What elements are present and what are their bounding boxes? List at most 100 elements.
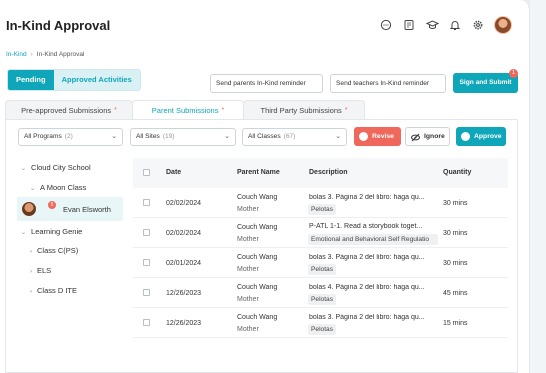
col-description: Description — [309, 169, 348, 176]
row-relation: Mother — [237, 296, 259, 303]
tab-required-marker: * — [344, 107, 348, 114]
revise-icon — [359, 132, 368, 141]
chevron-down-icon: ⌄ — [224, 133, 230, 140]
gear-icon[interactable] — [471, 18, 485, 32]
tree-label: ELS — [37, 266, 52, 275]
ignore-button[interactable]: Ignore — [405, 127, 450, 146]
programs-select[interactable]: All Programs (2) ⌄ — [18, 128, 123, 146]
chevron-down-icon: ⌄ — [335, 133, 341, 140]
approved-activities-tab[interactable]: Approved Activities — [53, 70, 140, 90]
row-date: 02/02/2024 — [166, 200, 202, 207]
tab-label: Third Party Submissions — [260, 106, 342, 115]
tab-third-party[interactable]: Third Party Submissions * — [243, 100, 365, 120]
ignore-label: Ignore — [424, 133, 445, 140]
table-row[interactable]: 12/26/2023 Couch Wang Mother bolas 3. Pá… — [133, 308, 508, 338]
row-tag: Pelotas — [308, 264, 336, 275]
table-row[interactable]: 02/01/2024 Couch Wang Mother bolas 3. Pá… — [133, 248, 508, 278]
row-checkbox[interactable] — [143, 229, 150, 236]
sites-select-label: All Sites — [136, 133, 160, 140]
remind-parents-button[interactable]: Send parents In-Kind reminder — [210, 74, 323, 93]
breadcrumb-current: In-Kind Approval — [36, 51, 85, 58]
tree-site-learning-genie[interactable]: ⌄ Learning Genie — [21, 227, 82, 236]
breadcrumb: In-Kind › In-Kind Approval — [6, 51, 84, 58]
tree-class-moon[interactable]: ⌄ A Moon Class — [30, 183, 86, 192]
col-parent-name: Parent Name — [237, 169, 280, 176]
tree-class-els[interactable]: › ELS — [30, 266, 51, 275]
table-row[interactable]: 12/26/2023 Couch Wang Mother bolas 4. Pá… — [133, 278, 508, 308]
row-tag: Pelotas — [308, 324, 336, 335]
row-tag: Pelotas — [308, 294, 336, 305]
row-date: 12/26/2023 — [166, 290, 202, 297]
child-badge: 5 — [48, 201, 56, 209]
avatar[interactable] — [494, 16, 512, 34]
row-relation: Mother — [237, 326, 259, 333]
classes-select-label: All Classes — [248, 133, 281, 140]
sites-count: (19) — [162, 133, 175, 140]
table-row[interactable]: 02/02/2024 Couch Wang Mother bolas 3. Pá… — [133, 188, 508, 218]
row-checkbox[interactable] — [143, 259, 150, 266]
row-relation: Mother — [237, 266, 259, 273]
caret-down-icon: ⌄ — [21, 230, 27, 236]
row-parent: Couch Wang — [237, 284, 278, 291]
revise-label: Revise — [372, 133, 394, 140]
row-checkbox[interactable] — [143, 199, 150, 206]
caret-right-icon: › — [30, 269, 32, 275]
tab-required-marker: * — [114, 107, 117, 114]
row-checkbox[interactable] — [143, 319, 150, 326]
row-quantity: 30 mins — [443, 230, 468, 237]
revise-button[interactable]: Revise — [354, 127, 401, 146]
submission-tabs: Pre-approved Submissions * Parent Submiss… — [5, 100, 530, 120]
tree-class-d[interactable]: › Class D ITE — [30, 286, 77, 295]
check-circle-icon — [461, 132, 470, 141]
programs-select-label: All Programs — [24, 133, 62, 140]
caret-down-icon: ⌄ — [21, 166, 27, 172]
chat-icon[interactable] — [379, 18, 393, 32]
tree-label: Learning Genie — [31, 227, 83, 236]
row-quantity: 45 mins — [443, 290, 468, 297]
col-date: Date — [166, 169, 182, 176]
caret-down-icon: ⌄ — [30, 186, 36, 192]
row-tag: Pelotas — [308, 204, 336, 215]
tree-label: Class D ITE — [37, 286, 78, 295]
row-description: bolas 3. Página 2 del libro: haga qu... — [309, 254, 425, 261]
table-header: Date Parent Name Description Quantity — [133, 158, 508, 188]
chevron-down-icon: ⌄ — [111, 133, 117, 140]
row-quantity: 30 mins — [443, 260, 468, 267]
tree-label: Cloud City School — [31, 163, 91, 172]
tab-pre-approved[interactable]: Pre-approved Submissions * — [5, 100, 133, 120]
header: In-Kind Approval — [0, 0, 530, 40]
tree-class-c[interactable]: › Class C(PS) — [30, 246, 78, 255]
row-relation: Mother — [237, 236, 259, 243]
tab-parent-submissions[interactable]: Parent Submissions * — [132, 100, 244, 120]
row-tag: Emotional and Behavioral Self Regulatio — [308, 234, 438, 245]
row-checkbox[interactable] — [143, 289, 150, 296]
tab-label: Parent Submissions — [151, 106, 219, 115]
select-all-checkbox[interactable] — [143, 169, 150, 176]
sign-submit-badge: 1 — [509, 69, 518, 78]
pending-tab[interactable]: Pending — [8, 70, 54, 90]
approve-button[interactable]: Approve — [456, 127, 506, 146]
app-window: In-Kind Approval In-Kind › In-Kind Approva… — [0, 0, 530, 373]
window-edge — [530, 0, 546, 373]
row-description: P-ATL 1-1. Read a storybook toget... — [309, 223, 423, 230]
tree-site-cloud-city[interactable]: ⌄ Cloud City School — [21, 163, 91, 172]
classes-select[interactable]: All Classes (67) ⌄ — [242, 128, 347, 146]
document-icon[interactable] — [402, 18, 416, 32]
child-avatar — [22, 202, 36, 216]
remind-teachers-button[interactable]: Send teachers In-Kind reminder — [330, 74, 446, 93]
row-date: 02/01/2024 — [166, 260, 202, 267]
sign-and-submit-button[interactable]: Sign and Submit — [453, 73, 518, 93]
table-row[interactable]: 02/02/2024 Couch Wang Mother P-ATL 1-1. … — [133, 218, 508, 248]
col-quantity: Quantity — [443, 169, 472, 176]
row-parent: Couch Wang — [237, 314, 278, 321]
row-description: bolas 4. Página 2 del libro: haga qu... — [309, 284, 425, 291]
tab-required-marker: * — [221, 107, 225, 114]
sites-select[interactable]: All Sites (19) ⌄ — [130, 128, 236, 146]
approve-label: Approve — [474, 133, 502, 140]
breadcrumb-parent-link[interactable]: In-Kind — [6, 51, 27, 58]
caret-right-icon: › — [30, 289, 32, 295]
bell-icon[interactable] — [448, 18, 462, 32]
row-quantity: 30 mins — [443, 200, 468, 207]
row-parent: Couch Wang — [237, 224, 278, 231]
graduation-cap-icon[interactable] — [425, 18, 439, 32]
